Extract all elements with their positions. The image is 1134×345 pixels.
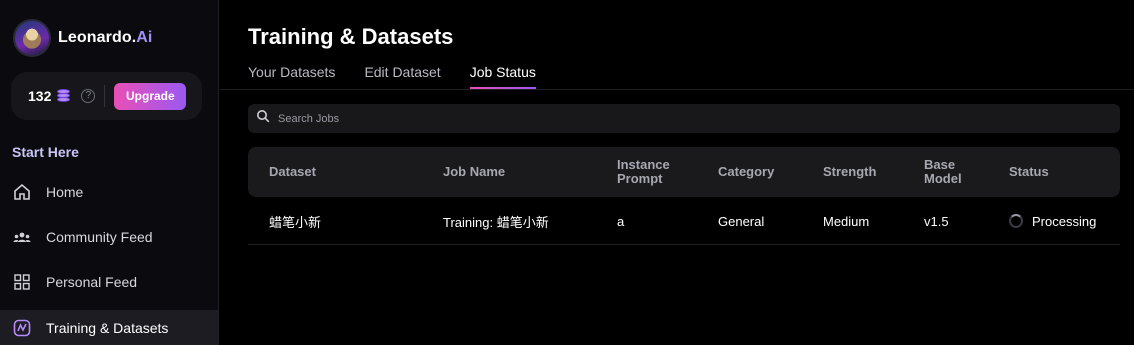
brand-logo xyxy=(13,19,51,57)
cell-status: Processing xyxy=(1009,197,1096,245)
column-header-strength[interactable]: Strength xyxy=(823,147,876,197)
sidebar-item-label: Training & Datasets xyxy=(46,320,169,336)
column-header-base-model[interactable]: Base Model xyxy=(924,147,962,197)
sidebar-item-home[interactable]: Home xyxy=(0,174,218,210)
sidebar-item-community-feed[interactable]: Community Feed xyxy=(0,219,218,255)
column-header-instance-prompt[interactable]: Instance Prompt xyxy=(617,147,670,197)
credits-panel: 132 ? Upgrade xyxy=(11,72,202,120)
cell-base-model: v1.5 xyxy=(924,213,949,229)
status-text: Processing xyxy=(1032,213,1097,229)
home-icon xyxy=(12,182,32,202)
tab-bar: Your Datasets Edit Dataset Job Status xyxy=(248,64,565,89)
sidebar-item-label: Community Feed xyxy=(46,229,153,245)
loading-spinner-icon xyxy=(1009,214,1023,228)
page-title: Training & Datasets xyxy=(248,24,454,49)
tab-edit-dataset[interactable]: Edit Dataset xyxy=(364,64,440,89)
sidebar-item-training-datasets[interactable]: Training & Datasets xyxy=(0,310,218,345)
sidebar-item-label: Personal Feed xyxy=(46,274,138,290)
community-icon xyxy=(12,227,32,247)
credit-count: 132 xyxy=(28,88,52,104)
column-header-status[interactable]: Status xyxy=(1009,147,1049,197)
cell-instance-prompt: a xyxy=(617,213,625,229)
section-label: Start Here xyxy=(12,144,79,160)
column-header-job-name[interactable]: Job Name xyxy=(443,147,505,197)
cell-job-name: Training: 蜡笔小新 xyxy=(443,214,549,230)
jobs-table: Dataset Job Name Instance Prompt Categor… xyxy=(248,147,1120,245)
sidebar-item-personal-feed[interactable]: Personal Feed xyxy=(0,264,218,300)
brand[interactable]: Leonardo.Ai xyxy=(13,18,152,58)
table-header: Dataset Job Name Instance Prompt Categor… xyxy=(248,147,1120,197)
search-bar xyxy=(248,104,1120,133)
cell-category: General xyxy=(718,213,765,229)
tab-job-status[interactable]: Job Status xyxy=(469,64,537,89)
table-row[interactable]: 蜡笔小新 Training: 蜡笔小新 a General Medium v1.… xyxy=(248,197,1120,245)
column-header-dataset[interactable]: Dataset xyxy=(269,147,316,197)
tabs-divider xyxy=(220,89,1134,90)
upgrade-button[interactable]: Upgrade xyxy=(114,82,187,110)
tab-your-datasets[interactable]: Your Datasets xyxy=(248,64,335,89)
cell-strength: Medium xyxy=(823,213,870,229)
search-input[interactable] xyxy=(278,112,1078,125)
grid-icon xyxy=(12,272,32,292)
column-header-category[interactable]: Category xyxy=(718,147,774,197)
cell-dataset: 蜡笔小新 xyxy=(269,214,322,230)
sidebar: Leonardo.Ai 132 ? Upgrade Start Here Hom… xyxy=(0,0,219,345)
divider xyxy=(104,85,106,107)
training-icon xyxy=(12,318,32,338)
help-icon[interactable]: ? xyxy=(81,89,96,103)
sidebar-item-label: Home xyxy=(46,184,84,200)
token-coins-icon xyxy=(57,89,71,103)
search-icon xyxy=(256,109,270,128)
brand-name: Leonardo.Ai xyxy=(58,29,153,46)
main-content: Training & Datasets Your Datasets Edit D… xyxy=(220,0,1134,345)
